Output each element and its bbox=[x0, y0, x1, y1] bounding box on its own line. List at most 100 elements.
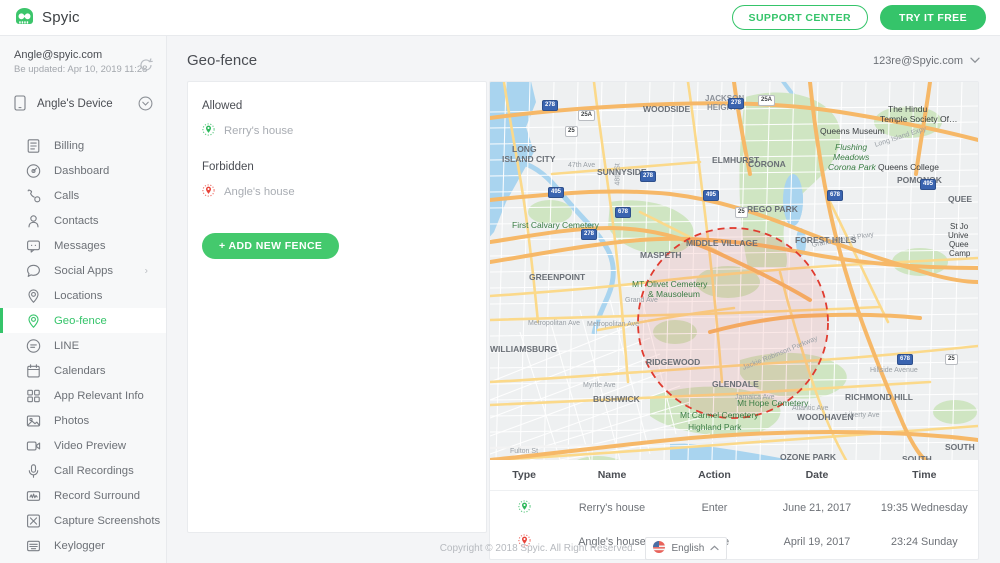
phone-call-icon bbox=[26, 188, 41, 203]
chevron-down-circle-icon[interactable] bbox=[138, 96, 153, 114]
waveform-icon bbox=[26, 488, 41, 503]
allowed-fence-list: Rerry's house bbox=[188, 123, 486, 139]
keyboard-icon bbox=[26, 538, 41, 553]
screenshot-icon bbox=[26, 513, 41, 528]
support-center-button[interactable]: SUPPORT CENTER bbox=[731, 5, 868, 30]
table-header-row: Type Name Action Date Time bbox=[490, 460, 978, 491]
allowed-title: Allowed bbox=[202, 100, 243, 112]
map-and-log-card: LONG ISLAND CITY SUNNYSIDE WOODSIDE JACKSON H… bbox=[489, 81, 979, 560]
footer: Copyright © 2018 Spyic. All Right Reserv… bbox=[167, 533, 1000, 563]
sidebar-item-geo-fence[interactable]: Geo-fence bbox=[0, 308, 166, 333]
fence-circle-fill bbox=[638, 228, 828, 418]
contacts-icon bbox=[26, 213, 41, 228]
account-switcher-label: 123re@Spyic.com bbox=[872, 54, 963, 67]
brand-name: Spyic bbox=[42, 9, 80, 26]
video-icon bbox=[26, 438, 41, 453]
last-updated-text: Be updated: Apr 10, 2019 11:28 bbox=[14, 64, 148, 75]
page-header: Geo-fence 123re@Spyic.com bbox=[167, 36, 1000, 81]
sidebar-item-locations[interactable]: Locations bbox=[0, 283, 166, 308]
apps-grid-icon bbox=[26, 388, 41, 403]
main-content: Geo-fence 123re@Spyic.com Allowed Rerry'… bbox=[167, 36, 1000, 563]
sidebar-item-label: Call Recordings bbox=[54, 464, 134, 477]
add-new-fence-button[interactable]: + ADD NEW FENCE bbox=[202, 233, 340, 259]
copyright-text: Copyright © 2018 Spyic. All Right Reserv… bbox=[439, 542, 636, 554]
col-name: Name bbox=[558, 460, 666, 491]
line-icon bbox=[26, 338, 41, 353]
fence-item[interactable]: Angle's house bbox=[188, 184, 486, 200]
language-label: English bbox=[671, 542, 705, 554]
sidebar-item-dashboard[interactable]: Dashboard bbox=[0, 158, 166, 183]
sidebar-item-calendars[interactable]: Calendars bbox=[0, 358, 166, 383]
top-bar-actions: SUPPORT CENTER TRY IT FREE bbox=[731, 5, 986, 30]
sidebar-item-contacts[interactable]: Contacts bbox=[0, 208, 166, 233]
billing-icon bbox=[26, 138, 41, 153]
green-fence-pin-icon bbox=[202, 123, 215, 139]
us-flag-icon bbox=[653, 540, 666, 556]
sidebar-item-browser-history[interactable]: Browser History bbox=[0, 558, 166, 563]
cell-time: 19:35 Wednesday bbox=[880, 502, 968, 514]
sidebar-item-call-recordings[interactable]: Call Recordings bbox=[0, 458, 166, 483]
sidebar-item-billing[interactable]: Billing bbox=[0, 133, 166, 158]
table-row[interactable]: Rerry's house Enter June 21, 2017 19:35 Wed… bbox=[490, 491, 978, 526]
cell-type bbox=[490, 491, 558, 526]
col-date: Date bbox=[763, 460, 871, 491]
page-title: Geo-fence bbox=[187, 52, 258, 69]
sidebar-item-messages[interactable]: Messages bbox=[0, 233, 166, 258]
language-selector[interactable]: English bbox=[645, 536, 728, 560]
red-fence-pin-icon bbox=[202, 184, 215, 200]
try-it-free-button[interactable]: TRY IT FREE bbox=[880, 5, 986, 30]
sidebar-item-keylogger[interactable]: Keylogger bbox=[0, 533, 166, 558]
chevron-up-icon bbox=[710, 544, 719, 553]
microphone-icon bbox=[26, 463, 41, 478]
col-action: Action bbox=[665, 460, 764, 491]
panels: Allowed Rerry's house Forbidden Angle's … bbox=[167, 81, 1000, 560]
top-bar: Spyic SUPPORT CENTER TRY IT FREE bbox=[0, 0, 1000, 36]
chevron-right-icon[interactable]: › bbox=[145, 265, 148, 276]
brand-logo[interactable]: Spyic bbox=[14, 8, 80, 27]
fence-item[interactable]: Rerry's house bbox=[188, 123, 486, 139]
spyic-logo-icon bbox=[14, 8, 35, 27]
sidebar-item-app-relevant-info[interactable]: App Relevant Info bbox=[0, 383, 166, 408]
cell-name: Rerry's house bbox=[578, 502, 646, 514]
sidebar-item-label: App Relevant Info bbox=[54, 389, 144, 402]
green-fence-pin-icon bbox=[518, 500, 531, 516]
social-apps-icon bbox=[26, 263, 41, 278]
account-block: Angle@spyic.com Be updated: Apr 10, 2019… bbox=[0, 36, 166, 75]
location-icon bbox=[26, 288, 41, 303]
cell-action: Enter bbox=[701, 502, 728, 514]
dashboard-icon bbox=[26, 163, 41, 178]
sidebar-item-record-surround[interactable]: Record Surround bbox=[0, 483, 166, 508]
map-canvas bbox=[490, 82, 978, 460]
sidebar-item-social-apps[interactable]: Social Apps › bbox=[0, 258, 166, 283]
messages-icon bbox=[26, 238, 41, 253]
sidebar-item-video-preview[interactable]: Video Preview bbox=[0, 433, 166, 458]
col-type: Type bbox=[490, 460, 559, 491]
forbidden-title: Forbidden bbox=[202, 161, 254, 173]
geofence-icon bbox=[26, 313, 41, 328]
sidebar-item-calls[interactable]: Calls bbox=[0, 183, 166, 208]
fence-list-card: Allowed Rerry's house Forbidden Angle's … bbox=[187, 81, 487, 533]
calendar-icon bbox=[26, 363, 41, 378]
cell-date: June 21, 2017 bbox=[782, 502, 852, 514]
fence-name: Rerry's house bbox=[224, 125, 294, 137]
chevron-down-icon bbox=[970, 55, 980, 67]
sidebar-item-label: Capture Screenshots bbox=[54, 514, 161, 527]
col-time: Time bbox=[870, 460, 978, 491]
device-name: Angle's Device bbox=[37, 98, 113, 110]
sidebar-item-capture-screenshots[interactable]: Capture Screenshots bbox=[0, 508, 166, 533]
account-email: Angle@spyic.com bbox=[14, 49, 103, 61]
refresh-icon[interactable] bbox=[139, 58, 153, 72]
sidebar-item-label: Video Preview bbox=[54, 439, 127, 452]
device-selector[interactable]: Angle's Device bbox=[0, 89, 166, 119]
phone-icon bbox=[14, 94, 26, 114]
sidebar-item-line[interactable]: LINE bbox=[0, 333, 166, 358]
photo-icon bbox=[26, 413, 41, 428]
sidebar-nav: Billing Dashboard Calls Contacts Messages Soc… bbox=[0, 133, 166, 563]
sidebar-item-photos[interactable]: Photos bbox=[0, 408, 166, 433]
sidebar: Angle@spyic.com Be updated: Apr 10, 2019… bbox=[0, 36, 167, 563]
geo-fence-map[interactable]: LONG ISLAND CITY SUNNYSIDE WOODSIDE JACKSON H… bbox=[490, 82, 978, 460]
fence-name: Angle's house bbox=[224, 186, 295, 198]
account-switcher[interactable]: 123re@Spyic.com bbox=[873, 55, 980, 67]
forbidden-fence-list: Angle's house bbox=[188, 184, 486, 200]
sidebar-item-label: Record Surround bbox=[54, 489, 141, 502]
